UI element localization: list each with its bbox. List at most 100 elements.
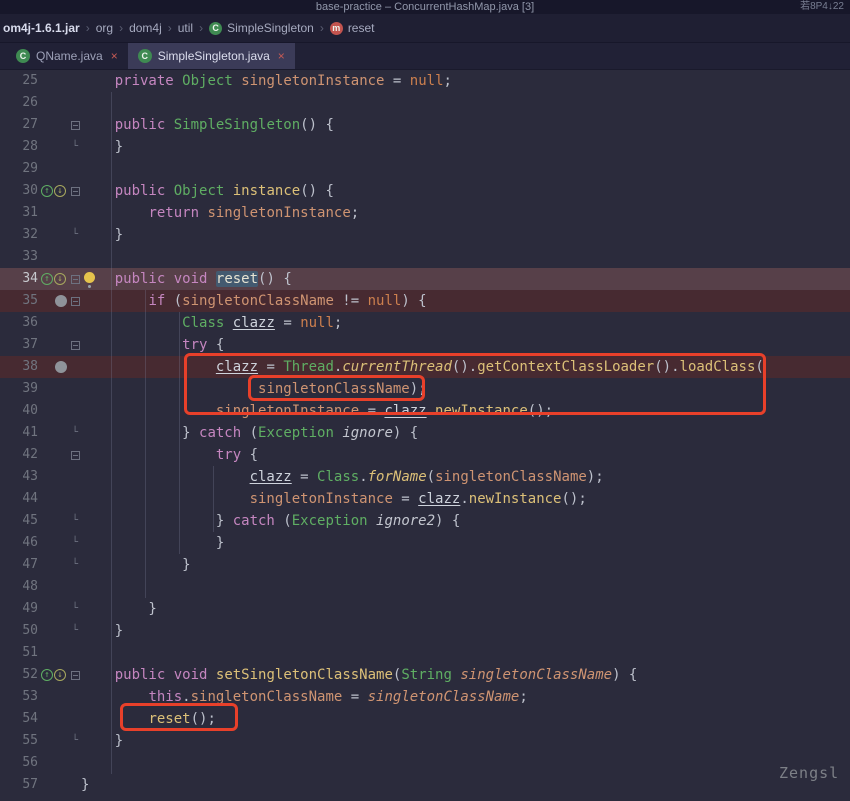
code-line[interactable]: 48	[0, 576, 850, 598]
breadcrumb-item[interactable]: om4j-1.6.1.jar	[0, 21, 83, 35]
line-number[interactable]: 27	[0, 114, 38, 136]
override-icon[interactable]: ↑	[41, 669, 53, 681]
code-editor[interactable]: 25 private Object singletonInstance = nu…	[0, 70, 850, 801]
code-line[interactable]: 29	[0, 158, 850, 180]
override-icon[interactable]: ↑	[41, 185, 53, 197]
code-line[interactable]: 28└ }	[0, 136, 850, 158]
code-text[interactable]: }	[81, 554, 850, 576]
line-number[interactable]: 35	[0, 290, 38, 312]
code-line[interactable]: 27 public SimpleSingleton() {	[0, 114, 850, 136]
code-text[interactable]: public SimpleSingleton() {	[81, 114, 850, 136]
code-line[interactable]: 25 private Object singletonInstance = nu…	[0, 70, 850, 92]
code-text[interactable]: try {	[81, 444, 850, 466]
code-line[interactable]: 43 clazz = Class.forName(singletonClassN…	[0, 466, 850, 488]
code-line[interactable]: 55└ }	[0, 730, 850, 752]
tab-qname-java[interactable]: CQName.java×	[6, 43, 128, 69]
line-number[interactable]: 54	[0, 708, 38, 730]
fold-collapse-icon[interactable]	[71, 451, 80, 460]
fold-end-icon[interactable]: └	[72, 626, 78, 636]
code-text[interactable]: }	[81, 598, 850, 620]
code-text[interactable]: }	[81, 136, 850, 158]
code-line[interactable]: 39 singletonClassName);	[0, 378, 850, 400]
code-text[interactable]: try {	[81, 334, 850, 356]
code-text[interactable]	[81, 576, 850, 598]
line-number[interactable]: 26	[0, 92, 38, 114]
code-line[interactable]: 52↑↓ public void setSingletonClassName(S…	[0, 664, 850, 686]
code-line[interactable]: 26	[0, 92, 850, 114]
code-text[interactable]: }	[81, 774, 850, 796]
code-line[interactable]: 34↑↓ public void reset() {	[0, 268, 850, 290]
line-number[interactable]: 28	[0, 136, 38, 158]
overridden-icon[interactable]: ↓	[54, 185, 66, 197]
code-line[interactable]: 36 Class clazz = null;	[0, 312, 850, 334]
code-text[interactable]: reset();	[81, 708, 850, 730]
fold-end-icon[interactable]: └	[72, 604, 78, 614]
tab-close-icon[interactable]: ×	[278, 50, 285, 62]
code-line[interactable]: 44 singletonInstance = clazz.newInstance…	[0, 488, 850, 510]
line-number[interactable]: 37	[0, 334, 38, 356]
line-number[interactable]: 34	[0, 268, 38, 290]
breadcrumb-item[interactable]: CSimpleSingleton	[206, 21, 317, 35]
code-text[interactable]: return singletonInstance;	[81, 202, 850, 224]
line-number[interactable]: 44	[0, 488, 38, 510]
line-number[interactable]: 56	[0, 752, 38, 774]
code-line[interactable]: 33	[0, 246, 850, 268]
code-line[interactable]: 41└ } catch (Exception ignore) {	[0, 422, 850, 444]
code-text[interactable]: this.singletonClassName = singletonClass…	[81, 686, 850, 708]
code-line[interactable]: 49 └ }	[0, 598, 850, 620]
line-number[interactable]: 52	[0, 664, 38, 686]
code-line[interactable]: 51	[0, 642, 850, 664]
code-text[interactable]: }	[81, 730, 850, 752]
breakpoint-icon[interactable]	[55, 361, 67, 373]
code-line[interactable]: 53 this.singletonClassName = singletonCl…	[0, 686, 850, 708]
code-line[interactable]: 45└ } catch (Exception ignore2) {	[0, 510, 850, 532]
fold-end-icon[interactable]: └	[72, 538, 78, 548]
fold-end-icon[interactable]: └	[72, 516, 78, 526]
line-number[interactable]: 38	[0, 356, 38, 378]
fold-end-icon[interactable]: └	[72, 428, 78, 438]
code-text[interactable]: } catch (Exception ignore2) {	[81, 510, 850, 532]
code-line[interactable]: 30↑↓ public Object instance() {	[0, 180, 850, 202]
code-text[interactable]: singletonInstance = clazz.newInstance();	[81, 400, 850, 422]
fold-collapse-icon[interactable]	[71, 341, 80, 350]
line-number[interactable]: 25	[0, 70, 38, 92]
line-number[interactable]: 46	[0, 532, 38, 554]
breakpoint-icon[interactable]	[55, 295, 67, 307]
line-number[interactable]: 47	[0, 554, 38, 576]
breadcrumb-item[interactable]: mreset	[327, 21, 378, 35]
code-text[interactable]: clazz = Thread.currentThread().getContex…	[81, 356, 850, 378]
line-number[interactable]: 39	[0, 378, 38, 400]
code-line[interactable]: 31 return singletonInstance;	[0, 202, 850, 224]
tab-close-icon[interactable]: ×	[111, 50, 118, 62]
line-number[interactable]: 51	[0, 642, 38, 664]
line-number[interactable]: 30	[0, 180, 38, 202]
overridden-icon[interactable]: ↓	[54, 273, 66, 285]
fold-collapse-icon[interactable]	[71, 275, 80, 284]
code-text[interactable]: }	[81, 620, 850, 642]
line-number[interactable]: 49	[0, 598, 38, 620]
line-number[interactable]: 48	[0, 576, 38, 598]
code-line[interactable]: 38 clazz = Thread.currentThread().getCon…	[0, 356, 850, 378]
code-text[interactable]: } catch (Exception ignore) {	[81, 422, 850, 444]
fold-collapse-icon[interactable]	[71, 121, 80, 130]
line-number[interactable]: 53	[0, 686, 38, 708]
code-text[interactable]: public void reset() {	[81, 268, 850, 290]
code-line[interactable]: 57}	[0, 774, 850, 796]
code-line[interactable]: 47 └ }	[0, 554, 850, 576]
fold-end-icon[interactable]: └	[72, 560, 78, 570]
fold-end-icon[interactable]: └	[72, 230, 78, 240]
code-line[interactable]: 35 if (singletonClassName != null) {	[0, 290, 850, 312]
line-number[interactable]: 32	[0, 224, 38, 246]
overridden-icon[interactable]: ↓	[54, 669, 66, 681]
fold-end-icon[interactable]: └	[72, 736, 78, 746]
breadcrumb-item[interactable]: util	[175, 21, 196, 35]
line-number[interactable]: 29	[0, 158, 38, 180]
code-line[interactable]: 46 └ }	[0, 532, 850, 554]
code-line[interactable]: 54 reset();	[0, 708, 850, 730]
code-text[interactable]: Class clazz = null;	[81, 312, 850, 334]
code-text[interactable]: clazz = Class.forName(singletonClassName…	[81, 466, 850, 488]
code-text[interactable]	[81, 642, 850, 664]
code-text[interactable]: }	[81, 532, 850, 554]
line-number[interactable]: 57	[0, 774, 38, 796]
code-text[interactable]	[81, 158, 850, 180]
